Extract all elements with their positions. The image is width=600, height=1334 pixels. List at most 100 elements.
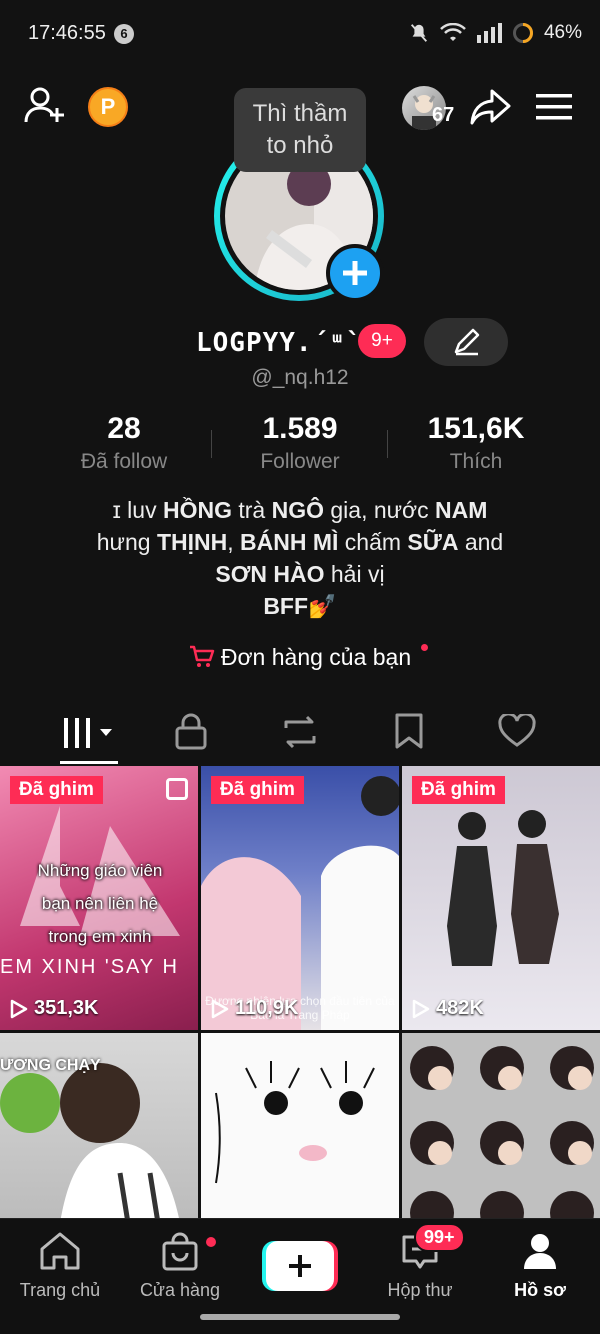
battery-icon xyxy=(512,23,533,43)
grid-icon xyxy=(64,718,112,748)
menu-button[interactable] xyxy=(536,92,572,127)
nav-label: Cửa hàng xyxy=(139,1280,221,1300)
nav-home[interactable]: Trang chủ xyxy=(0,1231,120,1301)
bio-text: BFF💅 xyxy=(263,593,337,619)
view-count: 351,3K xyxy=(10,997,99,1020)
play-icon xyxy=(412,999,430,1018)
video-caption: Những giáo viên bạn nên liên hệ trong em… xyxy=(37,861,163,946)
profile-tabs xyxy=(0,706,600,764)
stat-following[interactable]: 28 Đã follow xyxy=(44,412,204,474)
profile-icon xyxy=(524,1234,556,1269)
pencil-icon xyxy=(454,328,480,356)
notification-badge[interactable]: 9+ xyxy=(358,324,406,358)
nav-shop[interactable]: Cửa hàng xyxy=(120,1231,240,1301)
bio-text: chấm xyxy=(338,529,408,555)
tab-favorites[interactable] xyxy=(394,712,424,755)
coin-icon[interactable]: P xyxy=(88,87,128,127)
username-handle: @_nq.h12 xyxy=(251,366,349,389)
bio-text: HỒNG xyxy=(162,497,232,523)
tab-private[interactable] xyxy=(174,712,208,755)
signal-icon xyxy=(476,23,502,43)
add-avatar-button[interactable] xyxy=(326,244,384,302)
bio-text: and xyxy=(458,529,504,555)
video-thumbnail[interactable]: Đã ghim Đương nhiên lựa chọn đầu tiên củ… xyxy=(201,766,399,1030)
pinned-badge: Đã ghim xyxy=(211,776,304,804)
play-icon xyxy=(211,999,229,1018)
view-count-text: 351,3K xyxy=(34,997,99,1019)
lock-icon xyxy=(175,713,207,750)
view-count-text: 482K xyxy=(436,997,484,1019)
bio-text: hải vị xyxy=(324,561,385,587)
divider xyxy=(211,430,212,458)
orders-dot xyxy=(421,644,428,651)
stat-label: Thích xyxy=(449,450,503,473)
bio-text: ɪ luv xyxy=(112,497,163,523)
status-icons: 46% xyxy=(408,22,582,44)
tab-reposts[interactable] xyxy=(280,714,320,755)
bio-text: NAM xyxy=(435,497,488,523)
nav-profile[interactable]: Hồ sơ xyxy=(480,1231,600,1301)
multi-photo-icon xyxy=(166,778,188,800)
bio-text: THỊNH xyxy=(156,529,228,555)
status-time: 17:46:55 xyxy=(28,22,106,44)
bio-text: SỮA xyxy=(407,529,459,555)
orders-label: Đơn hàng của bạn xyxy=(220,644,412,670)
mute-icon xyxy=(410,24,427,42)
status-bar: 17:46:55 6 46% xyxy=(0,0,600,68)
profile-bio: ɪ luv HỒNG trà NGÔ gia, nước NAM hưng TH… xyxy=(60,494,540,622)
stat-label: Đã follow xyxy=(80,450,168,473)
bio-text: , xyxy=(227,529,240,555)
bio-text: hưng xyxy=(96,529,157,555)
plus-icon xyxy=(343,261,367,285)
display-name: LOGPYY.´ᵚ` xyxy=(196,328,363,358)
tab-indicator xyxy=(60,761,118,764)
view-count: 110,9K xyxy=(211,997,298,1020)
notification-count: 6 xyxy=(114,24,134,44)
divider xyxy=(387,430,388,458)
shop-dot xyxy=(206,1237,216,1247)
tooltip-line2: to nhỏ xyxy=(266,132,334,159)
share-icon xyxy=(470,89,511,125)
tab-liked[interactable] xyxy=(498,712,536,753)
pinned-badge: Đã ghim xyxy=(10,776,103,804)
video-thumbnail[interactable]: Đã ghim 482K xyxy=(402,766,600,1030)
nav-label: Hộp thư xyxy=(387,1280,453,1300)
video-banner: ƯƠNG CHẠY xyxy=(0,1057,101,1074)
video-thumbnail[interactable]: Đã ghim Những giáo viên bạn nên liên hệ … xyxy=(0,766,198,1030)
stat-value: 28 xyxy=(107,412,141,445)
battery-percent: 46% xyxy=(543,22,582,43)
tooltip-line1: Thì thầm xyxy=(252,100,348,127)
stat-label: Follower xyxy=(260,450,340,473)
tab-videos[interactable] xyxy=(60,716,116,755)
tooltip: Thì thầm to nhỏ xyxy=(234,88,366,172)
cart-icon xyxy=(189,645,215,667)
add-friend-button[interactable] xyxy=(24,86,68,126)
share-button[interactable] xyxy=(470,88,512,131)
bio-text: SƠN HÀO xyxy=(215,561,325,587)
video-banner: EM XINH 'SAY H xyxy=(0,956,179,978)
repost-icon xyxy=(284,715,316,749)
stat-value: 1.589 xyxy=(262,412,338,445)
bio-text: gia, nước xyxy=(323,497,436,523)
shopping-bag-icon xyxy=(162,1232,198,1271)
create-button[interactable] xyxy=(262,1241,338,1291)
edit-profile-button[interactable] xyxy=(424,318,508,366)
play-icon xyxy=(10,999,28,1018)
bookmark-icon xyxy=(395,713,423,749)
inbox-badge: 99+ xyxy=(414,1223,465,1252)
orders-link[interactable]: Đơn hàng của bạn xyxy=(0,644,600,671)
view-count-text: 110,9K xyxy=(235,997,299,1019)
stat-likes[interactable]: 151,6K Thích xyxy=(396,412,556,474)
bio-text: trà xyxy=(231,497,272,523)
wifi-icon xyxy=(440,23,466,41)
heart-icon xyxy=(498,712,536,747)
stat-value: 151,6K xyxy=(427,412,525,445)
bio-text: NGÔ xyxy=(271,497,324,523)
home-icon xyxy=(40,1232,80,1270)
stat-followers[interactable]: 1.589 Follower xyxy=(220,412,380,474)
hamburger-icon xyxy=(536,94,572,120)
add-user-icon xyxy=(24,87,64,123)
view-count: 482K xyxy=(412,997,484,1020)
pinned-badge: Đã ghim xyxy=(412,776,505,804)
friends-count: 67 xyxy=(432,104,455,126)
